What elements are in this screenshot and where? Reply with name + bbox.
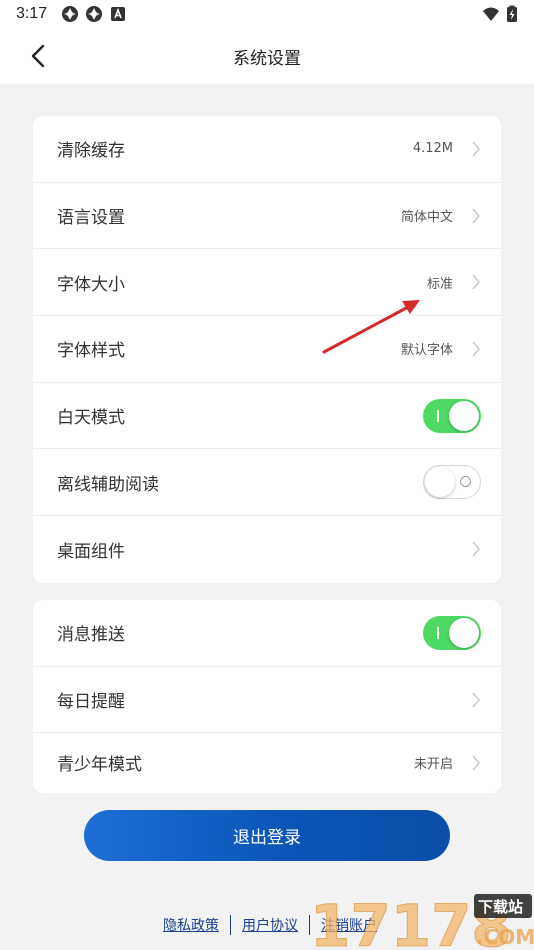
status-right <box>482 5 518 23</box>
chevron-right-icon <box>472 541 480 557</box>
chevron-right-icon <box>472 141 480 157</box>
row-label: 消息推送 <box>57 625 125 645</box>
status-icons <box>61 5 127 23</box>
status-bar: 3:17 <box>0 0 534 28</box>
row-right <box>423 398 481 433</box>
toggle-off-mark <box>460 476 471 488</box>
clear-cache-row[interactable]: 清除缓存 4.12M <box>33 116 501 183</box>
cache-size-value: 4.12M <box>412 141 453 157</box>
wifi-icon <box>483 7 499 21</box>
battery-icon <box>507 5 517 22</box>
day-mode-row: 白天模式 <box>33 383 501 450</box>
chevron-right-icon <box>472 208 480 224</box>
push-notification-toggle[interactable] <box>423 615 481 650</box>
row-label: 字体样式 <box>57 341 125 361</box>
chevron-right-icon <box>472 692 480 708</box>
day-mode-toggle[interactable] <box>423 398 481 433</box>
watermark-suffix: .COM <box>476 925 534 949</box>
row-right: 标准 <box>427 273 481 292</box>
chevron-left-icon <box>31 44 45 68</box>
app-icon <box>62 6 79 22</box>
row-right <box>471 692 481 708</box>
row-label: 清除缓存 <box>57 141 125 161</box>
row-label: 字体大小 <box>57 274 125 294</box>
annotation-arrow-icon <box>322 300 420 354</box>
teen-mode-value: 未开启 <box>413 757 453 773</box>
watermark-badge: 下载站 <box>478 898 523 916</box>
language-value: 简体中文 <box>400 210 453 226</box>
toggle-knob <box>449 617 479 648</box>
row-label: 白天模式 <box>57 408 125 428</box>
watermark-logo: 17178 下载站 .COM <box>310 892 534 950</box>
status-time: 3:17 <box>16 5 48 22</box>
toggle-on-mark <box>437 409 439 422</box>
row-right: 4.12M <box>413 141 481 157</box>
privacy-policy-link[interactable]: 隐私政策 <box>163 915 219 935</box>
nav-bar: 系统设置 <box>0 28 534 84</box>
row-label: 桌面组件 <box>57 541 125 561</box>
font-size-value: 标准 <box>426 276 453 292</box>
row-right <box>423 465 481 500</box>
row-right <box>471 541 481 557</box>
page-title: 系统设置 <box>233 48 301 68</box>
language-settings-row[interactable]: 语言设置 简体中文 <box>33 183 501 250</box>
toggle-on-mark <box>437 626 439 639</box>
row-right <box>423 615 481 650</box>
row-label: 每日提醒 <box>57 692 125 712</box>
font-size-row[interactable]: 字体大小 标准 <box>33 249 501 317</box>
offline-reading-row: 离线辅助阅读 <box>33 449 501 517</box>
daily-reminder-row[interactable]: 每日提醒 <box>33 667 501 734</box>
desktop-widget-row[interactable]: 桌面组件 <box>33 516 501 583</box>
logout-button[interactable]: 退出登录 <box>84 810 450 861</box>
row-right: 简体中文 <box>401 206 481 225</box>
row-label: 青少年模式 <box>57 755 142 775</box>
app-icon <box>86 6 103 22</box>
a-badge-icon <box>111 7 126 21</box>
row-label: 离线辅助阅读 <box>57 474 159 494</box>
back-button[interactable] <box>24 42 52 70</box>
chevron-right-icon <box>472 341 480 357</box>
settings-card-general: 清除缓存 4.12M 语言设置 简体中文 字体大小 标准 字体样式 默认字体 白… <box>33 116 501 583</box>
chevron-right-icon <box>472 755 480 771</box>
row-right: 未开启 <box>414 753 481 772</box>
chevron-right-icon <box>472 274 480 290</box>
font-style-row[interactable]: 字体样式 默认字体 <box>33 316 501 383</box>
user-agreement-link[interactable]: 用户协议 <box>242 915 298 935</box>
footer-divider <box>230 915 231 935</box>
row-label: 语言设置 <box>57 208 125 228</box>
toggle-knob <box>425 467 455 498</box>
toggle-knob <box>449 400 479 431</box>
teen-mode-row[interactable]: 青少年模式 未开启 <box>33 733 501 792</box>
push-notification-row: 消息推送 <box>33 600 501 667</box>
offline-reading-toggle[interactable] <box>423 465 481 500</box>
settings-card-notifications: 消息推送 每日提醒 青少年模式 未开启 <box>33 600 501 793</box>
